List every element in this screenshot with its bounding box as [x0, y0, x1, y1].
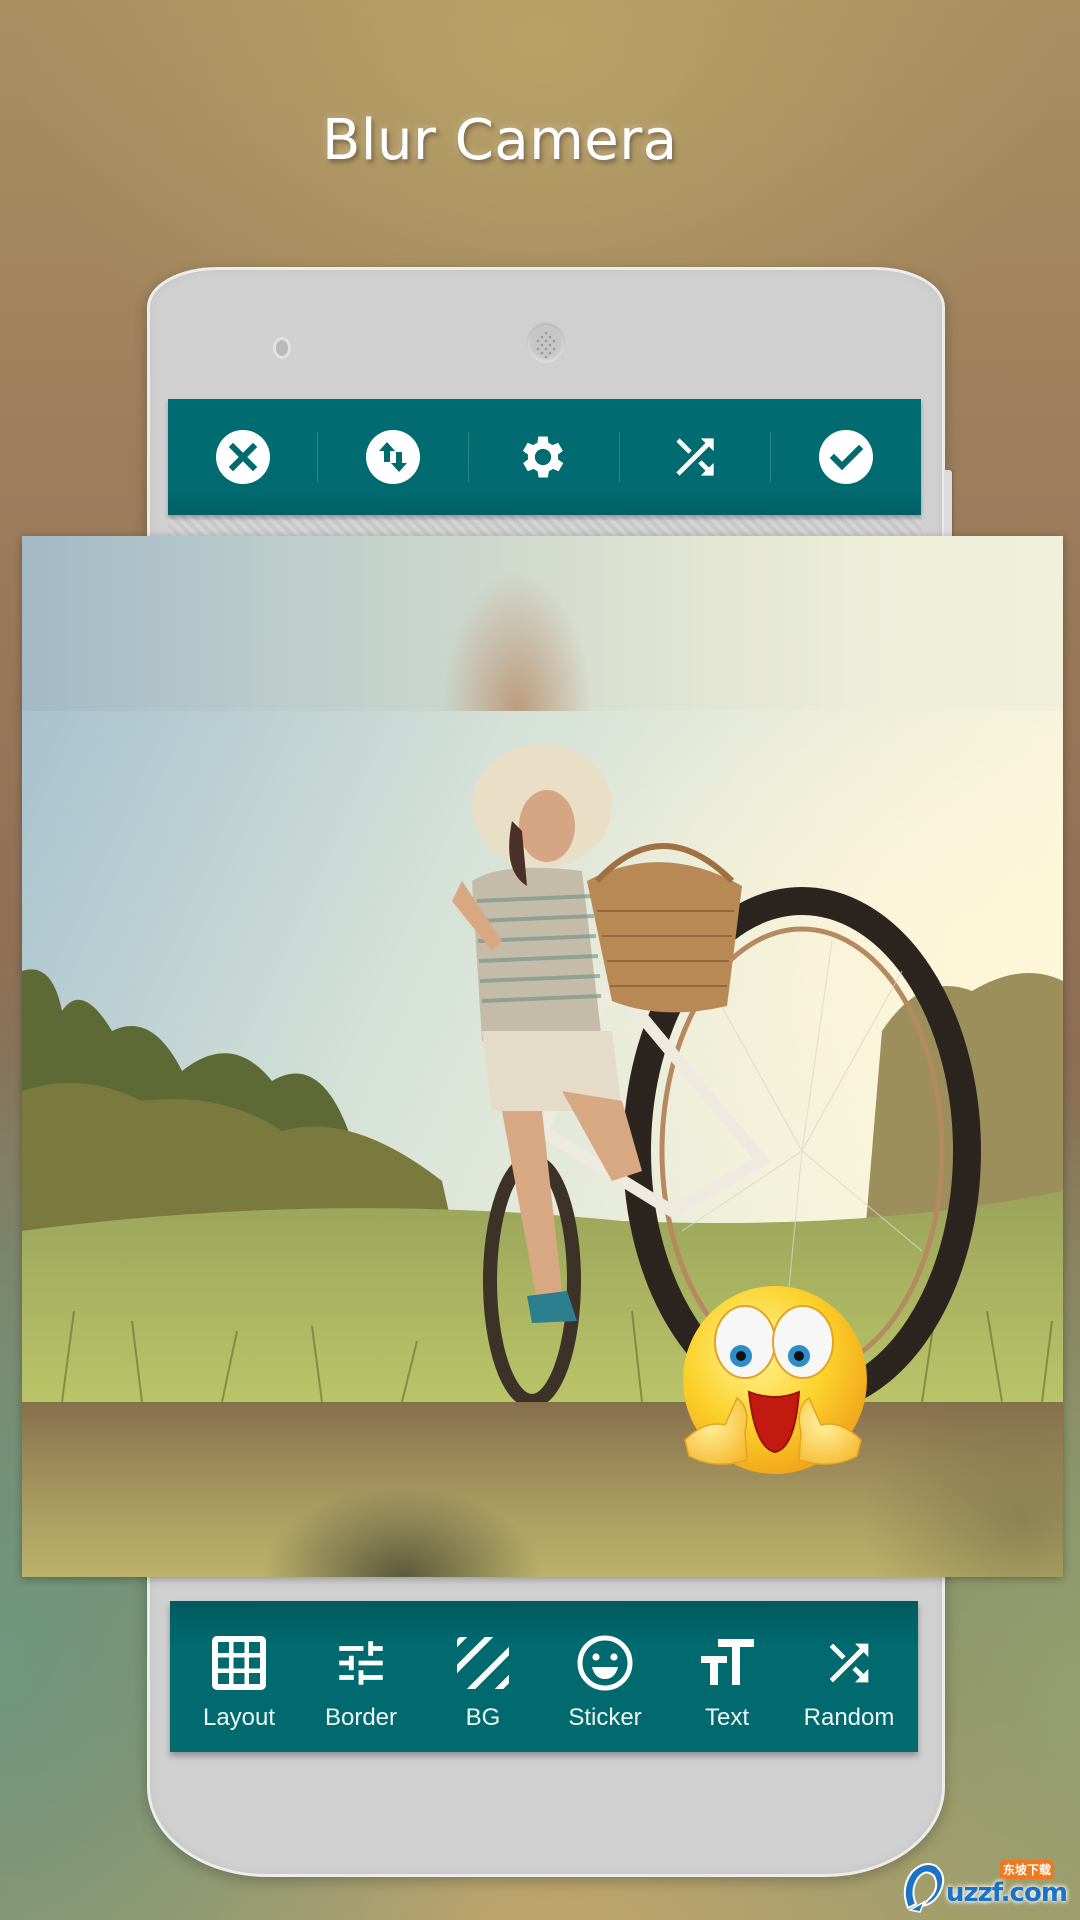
sliders-icon: [339, 1641, 383, 1685]
watermark-brand: uzzf.com: [946, 1878, 1068, 1908]
grid-icon: [212, 1636, 266, 1690]
blurred-background-bottom: [22, 1402, 1063, 1577]
screen-pattern: [168, 514, 921, 538]
tool-label: Text: [704, 1704, 749, 1731]
close-button[interactable]: [215, 429, 271, 485]
tool-bg[interactable]: BG: [424, 1601, 542, 1752]
settings-button[interactable]: [515, 429, 571, 485]
promo-title: Blur Camera: [322, 108, 678, 173]
toolbar-divider: [317, 432, 318, 482]
shuffle-icon: [829, 1643, 869, 1683]
tool-layout[interactable]: Layout: [180, 1601, 298, 1752]
tool-label: Layout: [202, 1704, 276, 1731]
toolbar-divider: [770, 432, 771, 482]
uzzf-logo-icon: [903, 1863, 945, 1913]
photo-canvas[interactable]: [22, 536, 1063, 1577]
tool-label: Border: [324, 1704, 398, 1731]
watermark-logo: 东坡下载 uzzf.com: [900, 1858, 1075, 1914]
tool-random[interactable]: Random: [790, 1601, 908, 1752]
check-circle-icon: [819, 430, 873, 484]
phone-side-button: [944, 470, 952, 540]
shuffle-icon: [676, 438, 714, 476]
text-size-icon: [701, 1639, 754, 1685]
photo-image[interactable]: [22, 711, 1063, 1402]
top-toolbar: [168, 399, 921, 515]
earpiece-speaker: [528, 325, 564, 363]
watermark-cn-text: 东坡下载: [1000, 1860, 1055, 1879]
toolbar-divider: [619, 432, 620, 482]
confirm-button[interactable]: [818, 429, 874, 485]
swap-vertical-icon: [366, 430, 420, 484]
toolbar-divider: [468, 432, 469, 482]
tool-label: Random: [803, 1704, 895, 1731]
swap-button[interactable]: [365, 429, 421, 485]
tool-sticker[interactable]: Sticker: [546, 1601, 664, 1752]
tool-label: Sticker: [568, 1704, 642, 1731]
tool-border[interactable]: Border: [302, 1601, 420, 1752]
tool-text[interactable]: Text: [668, 1601, 786, 1752]
gear-icon: [522, 436, 564, 478]
emoji-sticker[interactable]: [675, 1280, 871, 1476]
stripes-icon: [457, 1637, 509, 1689]
close-circle-icon: [216, 430, 270, 484]
smiley-icon: [577, 1635, 633, 1691]
shuffle-button[interactable]: [667, 429, 723, 485]
tool-label: BG: [465, 1704, 501, 1731]
bottom-toolbar: Layout Border BG Sticker Text Random: [170, 1601, 918, 1752]
blurred-background-top: [22, 536, 1063, 711]
front-camera: [273, 337, 291, 359]
surprised-smiley-icon: [683, 1286, 867, 1474]
